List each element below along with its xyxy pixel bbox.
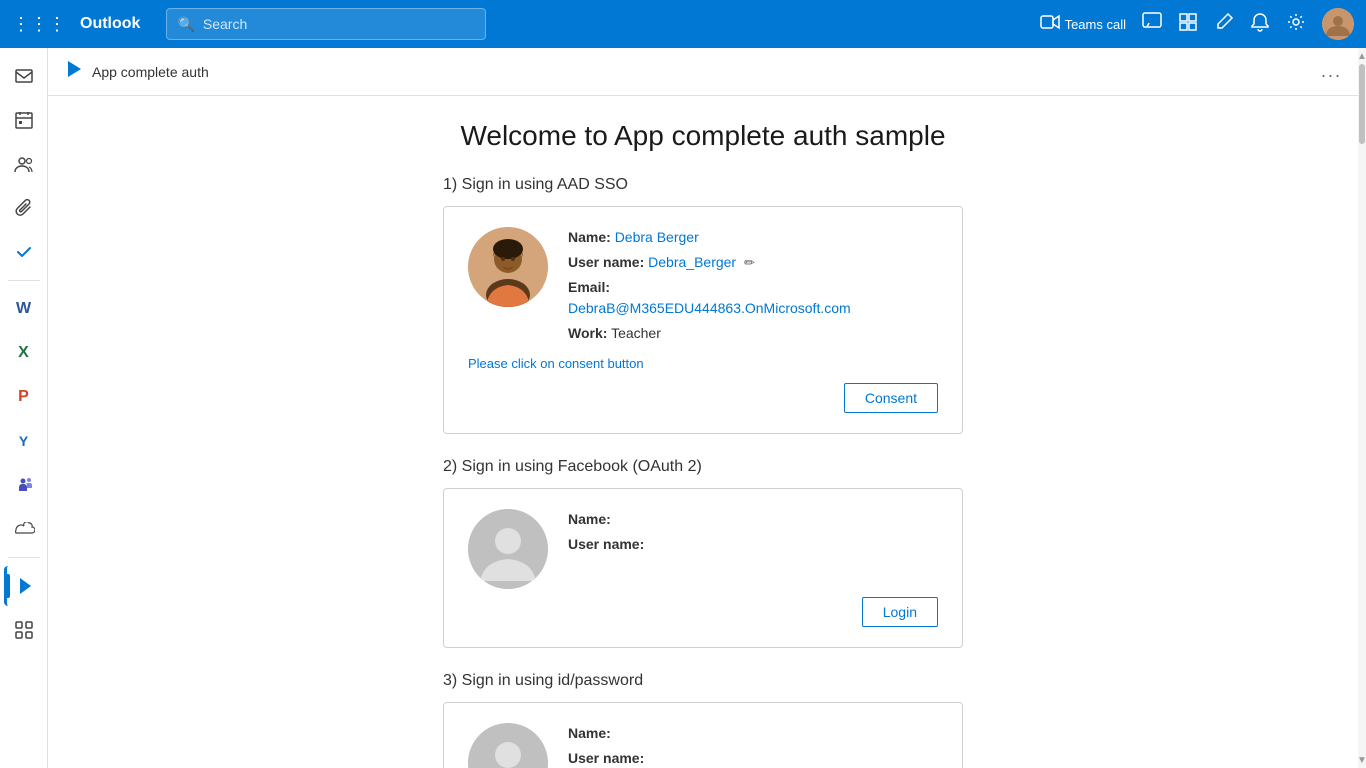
sidebar: W X P Y — [0, 48, 48, 768]
consent-button[interactable]: Consent — [844, 383, 938, 413]
aad-user-details: Name: Debra Berger User name: Debra_Berg… — [568, 227, 938, 348]
facebook-name-label: Name: — [568, 511, 611, 527]
aad-name-label: Name: — [568, 229, 611, 245]
aad-name-row: Name: Debra Berger — [568, 227, 938, 248]
main-layout: W X P Y — [0, 48, 1366, 768]
app-title: Outlook — [80, 15, 140, 33]
page-title: Welcome to App complete auth sample — [460, 120, 945, 152]
section-idpassword: 3) Sign in using id/password — [443, 672, 963, 768]
waffle-icon[interactable]: ⋮⋮⋮ — [12, 14, 66, 35]
sidebar-item-yammer[interactable]: Y — [4, 421, 44, 461]
topbar: ⋮⋮⋮ Outlook 🔍 Teams call — [0, 0, 1366, 48]
scroll-track[interactable] — [1358, 64, 1366, 752]
chat-icon[interactable] — [1142, 12, 1162, 37]
sidebar-divider-2 — [8, 557, 40, 558]
page-content: Welcome to App complete auth sample 1) S… — [48, 96, 1358, 768]
card-aad: Name: Debra Berger User name: Debra_Berg… — [443, 206, 963, 434]
facebook-username-label: User name: — [568, 536, 644, 552]
section-facebook: 2) Sign in using Facebook (OAuth 2) — [443, 458, 963, 648]
section-idpassword-heading: 3) Sign in using id/password — [443, 672, 963, 690]
aad-work-row: Work: Teacher — [568, 323, 938, 344]
sidebar-divider-1 — [8, 280, 40, 281]
sidebar-item-all-apps[interactable] — [4, 610, 44, 650]
aad-email-value: DebraB@M365EDU444863.OnMicrosoft.com — [568, 300, 851, 316]
aad-card-actions: Consent — [468, 383, 938, 413]
sidebar-item-people[interactable] — [4, 144, 44, 184]
aad-consent-text: Please click on consent button — [468, 356, 938, 371]
aad-user-avatar — [468, 227, 548, 307]
facebook-login-button[interactable]: Login — [862, 597, 938, 627]
breadcrumb-bar: App complete auth ... — [48, 48, 1358, 96]
aad-email-row: Email: DebraB@M365EDU444863.OnMicrosoft.… — [568, 277, 938, 319]
content-area: App complete auth ... Welcome to App com… — [48, 48, 1358, 768]
facebook-user-avatar — [468, 509, 548, 589]
sidebar-item-attachments[interactable] — [4, 188, 44, 228]
aad-user-info-row: Name: Debra Berger User name: Debra_Berg… — [468, 227, 938, 348]
card-facebook: Name: User name: Login — [443, 488, 963, 648]
settings-icon[interactable] — [1286, 12, 1306, 37]
sidebar-item-word[interactable]: W — [4, 289, 44, 329]
idpassword-user-details: Name: User name: Email: Work — [568, 723, 938, 768]
section-aad-heading: 1) Sign in using AAD SSO — [443, 176, 963, 194]
aad-email-label: Email: — [568, 279, 610, 295]
aad-username-value: Debra_Berger — [648, 254, 736, 270]
search-icon: 🔍 — [177, 16, 194, 33]
facebook-user-details: Name: User name: — [568, 509, 938, 559]
search-bar[interactable]: 🔍 — [166, 8, 486, 40]
breadcrumb-more-button[interactable]: ... — [1321, 61, 1342, 82]
sidebar-item-onedrive[interactable] — [4, 509, 44, 549]
scrollbar[interactable]: ▲ ▼ — [1358, 48, 1366, 768]
idpassword-username-row: User name: — [568, 748, 938, 768]
sidebar-item-excel[interactable]: X — [4, 333, 44, 373]
aad-work-value: Teacher — [611, 325, 661, 341]
aad-name-value: Debra Berger — [615, 229, 699, 245]
idpassword-name-label: Name: — [568, 725, 611, 741]
idpassword-user-info-row: Name: User name: Email: Work — [468, 723, 938, 768]
scroll-thumb[interactable] — [1359, 64, 1365, 144]
bell-icon[interactable] — [1250, 12, 1270, 37]
sidebar-item-todo[interactable] — [4, 232, 44, 272]
idpassword-user-avatar — [468, 723, 548, 768]
search-input[interactable] — [203, 16, 476, 32]
pen-icon[interactable] — [1214, 12, 1234, 37]
scroll-down-arrow[interactable]: ▼ — [1358, 752, 1366, 768]
section-aad: 1) Sign in using AAD SSO — [443, 176, 963, 434]
sidebar-item-email[interactable] — [4, 56, 44, 96]
user-avatar[interactable] — [1322, 8, 1354, 40]
facebook-user-info-row: Name: User name: — [468, 509, 938, 589]
teams-call-label: Teams call — [1065, 17, 1126, 32]
aad-work-label: Work: — [568, 325, 607, 341]
breadcrumb-app-icon — [64, 59, 84, 85]
facebook-username-row: User name: — [568, 534, 938, 555]
scroll-up-arrow[interactable]: ▲ — [1358, 48, 1366, 64]
idpassword-username-label: User name: — [568, 750, 644, 766]
card-idpassword: Name: User name: Email: Work — [443, 702, 963, 768]
sidebar-item-plugin[interactable] — [4, 566, 44, 606]
sidebar-item-powerpoint[interactable]: P — [4, 377, 44, 417]
topbar-actions: Teams call — [1040, 8, 1354, 40]
aad-username-label: User name: — [568, 254, 644, 270]
active-indicator — [7, 574, 10, 598]
breadcrumb-title: App complete auth — [92, 64, 209, 80]
layout-icon[interactable] — [1178, 12, 1198, 37]
section-facebook-heading: 2) Sign in using Facebook (OAuth 2) — [443, 458, 963, 476]
facebook-card-actions: Login — [468, 597, 938, 627]
sidebar-item-teams[interactable] — [4, 465, 44, 505]
sidebar-item-calendar[interactable] — [4, 100, 44, 140]
facebook-name-row: Name: — [568, 509, 938, 530]
aad-username-edit-icon[interactable]: ✏ — [744, 255, 755, 270]
video-icon — [1040, 14, 1060, 35]
teams-call-action[interactable]: Teams call — [1040, 14, 1126, 35]
aad-username-row: User name: Debra_Berger ✏ — [568, 252, 938, 273]
idpassword-name-row: Name: — [568, 723, 938, 744]
